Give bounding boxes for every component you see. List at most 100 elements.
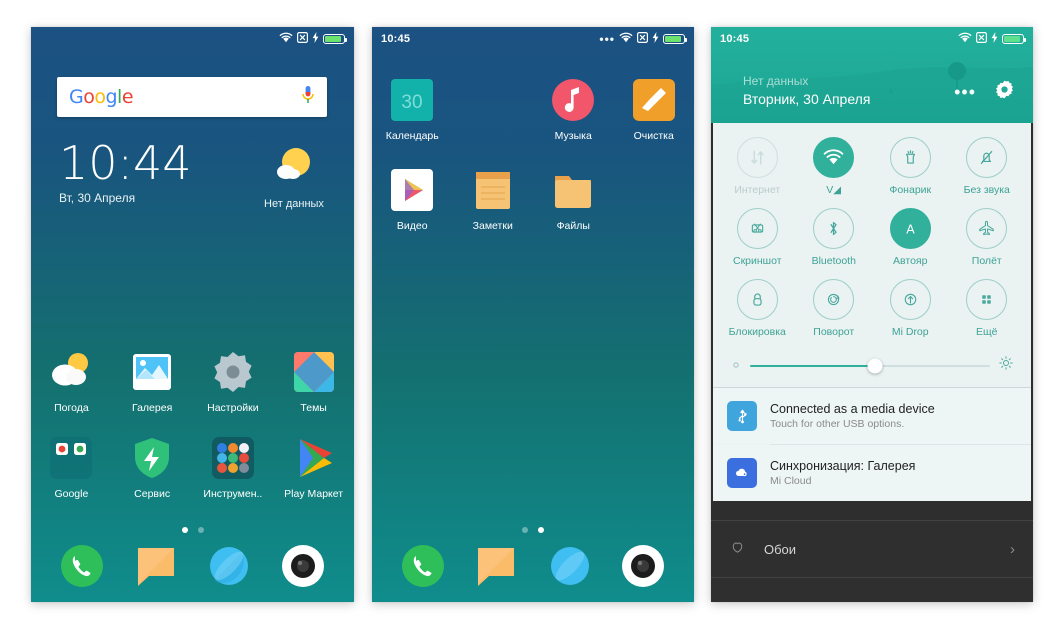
app-icon-gallery[interactable]: Галерея [112,349,193,414]
app-label: Галерея [131,402,173,414]
toggle-label: Без звука [963,184,1010,196]
toggle-label: Поворот [813,326,855,338]
app-folder-google[interactable]: Google [31,435,112,500]
rotate-icon [813,279,855,320]
gear-icon[interactable] [994,79,1015,105]
toggle-airplane[interactable]: Полёт [949,208,1026,267]
toggle-label: Скриншот [732,255,782,267]
battery-icon [1002,34,1026,44]
notification-usb[interactable]: Connected as a media device Touch for ot… [713,388,1031,444]
wallpaper-bar-area: Обои › [711,520,1033,602]
app-label: Погода [54,402,89,414]
wifi-icon [619,32,633,46]
grid-more-icon [966,279,1008,320]
toggle-screenshot[interactable]: Скриншот [719,208,796,267]
camera-icon[interactable] [620,543,666,589]
browser-icon[interactable] [547,543,593,589]
microphone-icon[interactable] [301,85,315,110]
app-folder-tools[interactable]: Инструмен.. [193,435,274,500]
usb-icon [727,401,757,431]
date-label: Вторник, 30 Апреля [743,91,871,107]
toggle-wifi[interactable]: V◢ [796,137,873,196]
security-app-icon [129,435,175,481]
toggle-bluetooth[interactable]: Bluetooth [796,208,873,267]
message-icon[interactable] [133,543,179,589]
mi-drop-icon [889,279,931,320]
app-label: Файлы [556,220,590,232]
app-icon-cleaner[interactable]: Очистка [614,77,695,142]
app-icon-play-store[interactable]: Play Маркет [273,435,354,500]
sun-cloud-icon [271,148,317,191]
app-icon-music[interactable]: Музыка [533,77,614,142]
notification-title: Синхронизация: Галерея [770,459,916,473]
toggle-auto-brightness[interactable]: A Автояр [872,208,949,267]
brightness-track[interactable] [750,358,990,373]
phone-icon[interactable] [400,543,446,589]
files-app-icon [550,167,596,213]
notification-title: Connected as a media device [770,402,935,416]
status-bar: 10:45 [711,27,1033,51]
brightness-slider[interactable] [713,354,1031,387]
toggle-more[interactable]: Ещё [949,279,1026,338]
more-dots-icon[interactable]: ••• [954,83,976,101]
toggle-label: Блокировка [728,326,786,338]
app-icon-video[interactable]: Видео [372,167,453,232]
notification-sync[interactable]: Синхронизация: Галерея Mi Cloud [713,445,1031,501]
notification-text: Connected as a media device Touch for ot… [770,402,935,430]
browser-icon[interactable] [206,543,252,589]
toggle-internet[interactable]: Интернет [719,137,796,196]
message-icon[interactable] [473,543,519,589]
airplane-icon [966,208,1008,249]
toggle-lock[interactable]: Блокировка [719,279,796,338]
phone-screen-notification-shade: 10:45 Нет данных Вторник, 30 Апреля ••• … [711,27,1033,602]
brightness-fill [750,364,875,367]
chevron-right-icon[interactable]: › [1010,541,1015,558]
camera-icon[interactable] [280,543,326,589]
dock [31,530,354,602]
toggle-label: Mi Drop [891,326,929,338]
wifi-icon [813,137,855,178]
notification-text: Синхронизация: Галерея Mi Cloud [770,459,915,487]
brightness-knob[interactable] [867,358,883,373]
toggle-flashlight[interactable]: Фонарик [872,137,949,196]
toggle-label: Bluetooth [811,255,856,267]
toggle-rotation[interactable]: Поворот [796,279,873,338]
battery-icon [323,34,347,44]
phone-icon[interactable] [59,543,105,589]
app-icon-calendar[interactable]: 30 Календарь [372,77,453,142]
shade-header: 10:45 Нет данных Вторник, 30 Апреля ••• [711,27,1033,123]
app-label: Темы [300,402,327,414]
app-icon-weather[interactable]: Погода [31,349,112,414]
toggle-silent[interactable]: Без звука [949,137,1026,196]
google-search-bar[interactable]: Google [57,77,327,117]
app-label: Видео [396,220,428,232]
toggle-mi-drop[interactable]: Mi Drop [872,279,949,338]
calendar-app-icon: 30 [389,77,435,123]
battery-icon [663,34,687,44]
data-transfer-icon [736,137,778,178]
quick-settings-panel: Интернет V◢ Фонарик Без звука Скриншот B… [713,123,1031,501]
app-label: Сервис [134,488,171,500]
charging-icon [312,32,319,46]
no-sim-icon [637,32,649,46]
cleaner-app-icon [631,77,677,123]
app-icon-security[interactable]: Сервис [112,435,193,500]
status-bar-time: 10:45 [720,33,750,45]
toggle-label: Фонарик [889,184,932,196]
tools-folder-icon [210,435,256,481]
app-icon-themes[interactable]: Темы [273,349,354,414]
app-icon-settings[interactable]: Настройки [193,349,274,414]
divider-bottom [711,577,1033,578]
app-icon-notes[interactable]: Заметки [453,167,534,232]
gallery-app-icon [129,349,175,395]
app-label: Настройки [207,402,259,414]
screenshot-stage: Google 10:44 Вт, 30 Апреля Нет данных По… [0,0,1064,632]
wifi-icon [279,32,293,46]
wallpaper-row[interactable]: Обои › [711,521,1033,577]
video-app-icon [389,167,435,213]
app-icon-files[interactable]: Файлы [533,167,614,232]
charging-icon [991,32,998,46]
app-label: Google [54,488,89,500]
music-app-icon [550,77,596,123]
weather-widget[interactable]: Нет данных [256,145,332,210]
